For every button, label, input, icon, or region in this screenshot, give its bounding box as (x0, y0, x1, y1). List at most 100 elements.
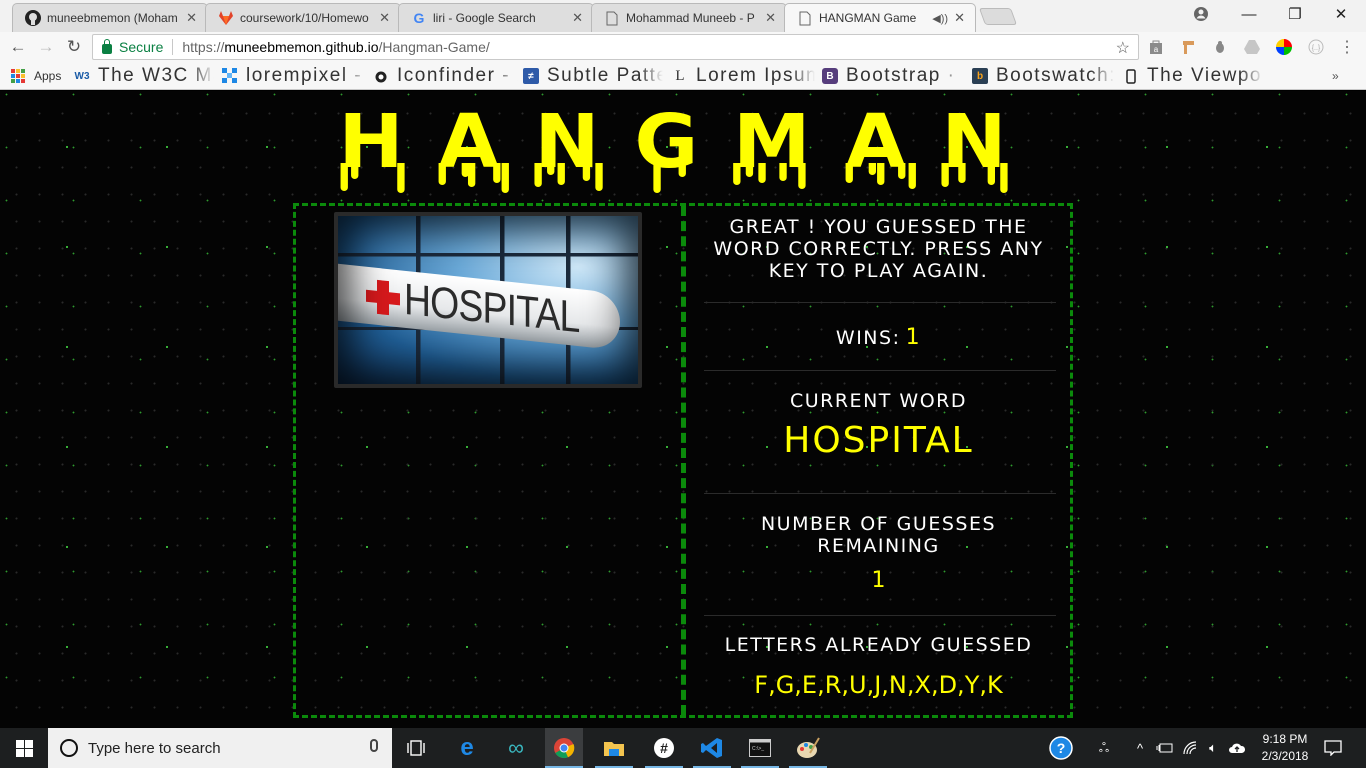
cortana-icon (60, 739, 78, 757)
page-icon (604, 10, 620, 26)
close-icon[interactable]: ✕ (765, 10, 776, 26)
tab-portfolio[interactable]: Mohammad Muneeb - P ✕ (591, 3, 787, 32)
paint-drip (941, 163, 949, 187)
profile-icon[interactable] (1178, 0, 1224, 28)
paint-drip (468, 163, 476, 187)
windows-logo-icon (15, 739, 33, 757)
minimize-button[interactable]: — (1226, 0, 1272, 28)
paint-drip (582, 163, 591, 181)
current-word-label-text: Current Word (789, 390, 967, 412)
color-picker-extension-icon[interactable] (1275, 38, 1293, 56)
volume-icon[interactable]: 🔈︎ (1203, 728, 1223, 768)
secure-label: Secure (119, 39, 164, 55)
tab-gitlab[interactable]: coursework/10/Homewo ✕ (205, 3, 401, 32)
column-divider (681, 206, 686, 715)
search-placeholder: Type here to search (88, 739, 221, 757)
w3c-icon: W3 (74, 70, 90, 82)
microphone-icon[interactable] (370, 739, 378, 752)
letters-guessed-value: F,G,E,R,U,J,N,X,D,Y,K (754, 671, 1003, 699)
bookmark-label: Bootstrap · The most (846, 67, 962, 85)
svg-text:{..}: {..} (1312, 45, 1321, 52)
bookmark-iconfinder[interactable]: Iconfinder - 2,025,000 (373, 67, 518, 85)
forward-button[interactable]: → (35, 36, 57, 58)
address-bar[interactable]: Secure https://muneebmemon.github.io/Han… (92, 34, 1139, 60)
clock-date: 2/3/2018 (1261, 749, 1309, 763)
file-explorer-icon[interactable] (595, 728, 633, 768)
bookmark-label: Bootswatch: Free ther (996, 67, 1114, 85)
bookmark-w3c-validator[interactable]: W3 The W3C Markup Vali (74, 67, 215, 85)
bug-extension-icon[interactable] (1211, 38, 1229, 56)
bookmark-lorem-ipsum[interactable]: L Lorem Ipsum - All the (672, 67, 815, 85)
apps-icon (10, 68, 26, 84)
paint-drip (557, 163, 565, 185)
chrome-menu-icon[interactable]: ⋮ (1338, 38, 1356, 56)
vscode-icon[interactable] (693, 728, 731, 768)
paint-drip (653, 163, 661, 193)
bookmark-apps[interactable]: Apps (10, 67, 70, 85)
title-letter: G (635, 105, 699, 193)
paint-drip (908, 163, 917, 189)
bookmark-bootswatch[interactable]: b Bootswatch: Free ther (972, 67, 1114, 85)
battery-icon[interactable] (1155, 728, 1175, 768)
chrome-taskbar-icon[interactable] (545, 728, 583, 768)
close-icon[interactable]: ✕ (379, 10, 390, 26)
start-button[interactable] (0, 728, 48, 768)
close-icon[interactable]: ✕ (186, 10, 197, 26)
close-icon[interactable]: ✕ (954, 10, 965, 26)
taskbar-search-box[interactable]: Type here to search (48, 728, 392, 768)
google-drive-icon[interactable] (1243, 38, 1261, 56)
iconfinder-icon (373, 68, 389, 84)
action-center-icon[interactable] (1320, 728, 1346, 768)
new-tab-button[interactable] (978, 8, 1018, 25)
system-clock[interactable]: 9:18 PM 2/3/2018 (1252, 731, 1318, 765)
edge-icon[interactable]: e (448, 728, 486, 768)
tab-github[interactable]: muneebmemon (Moham ✕ (12, 3, 208, 32)
paint-drip (534, 163, 542, 187)
wood-sign-extension-icon[interactable] (1179, 38, 1197, 56)
bookmark-star-icon[interactable]: ☆ (1116, 38, 1130, 58)
paint-drip (493, 163, 501, 183)
shopping-bag-extension-icon[interactable]: a (1147, 38, 1165, 56)
arduino-icon[interactable]: ∞ (497, 728, 535, 768)
title-letter: M (733, 105, 811, 191)
bookmark-viewport-emulator[interactable]: The Viewport Emulato (1123, 67, 1263, 85)
json-viewer-extension-icon[interactable]: {..} (1307, 38, 1325, 56)
lorem-ipsum-icon: L (675, 67, 685, 84)
bookmark-label: Subtle Patterns | Free (547, 67, 663, 85)
wifi-icon[interactable] (1180, 728, 1200, 768)
current-word-label: Current Word (701, 390, 1056, 412)
reload-button[interactable]: ↻ (63, 36, 85, 58)
tab-google-search[interactable]: G liri - Google Search ✕ (398, 3, 594, 32)
audio-playing-icon[interactable]: ◀)) (932, 12, 948, 25)
bookmark-label: Lorem Ipsum - All the (696, 67, 815, 85)
close-icon[interactable]: ✕ (572, 10, 583, 26)
slack-icon[interactable]: # (645, 728, 683, 768)
paint-drip (898, 163, 906, 179)
tab-hangman-game[interactable]: HANGMAN Game ◀)) ✕ (784, 3, 976, 32)
bookmark-lorempixel[interactable]: lorempixel - placehol (222, 67, 367, 85)
back-button[interactable]: ← (7, 36, 29, 58)
window-close-button[interactable]: ✕ (1318, 0, 1364, 28)
hangman-page: HANGMAN HOSPITAL Great ! You guessed the… (0, 91, 1366, 728)
bookmarks-overflow-button[interactable]: » (1332, 67, 1346, 85)
paint-drip (779, 163, 788, 181)
people-icon[interactable]: ஃ (1093, 728, 1115, 768)
task-view-button[interactable] (397, 728, 435, 768)
restore-button[interactable]: ❐ (1272, 0, 1318, 28)
help-icon[interactable]: ? (1047, 728, 1075, 768)
paint-drip (877, 163, 885, 185)
command-prompt-icon[interactable]: C:\>_ (741, 728, 779, 768)
gitlab-icon (218, 10, 234, 26)
paint-icon[interactable] (789, 728, 827, 768)
bookmark-bootstrap[interactable]: B Bootstrap · The most (822, 67, 962, 85)
wins-row: Wins: 1 (701, 325, 1056, 350)
onedrive-icon[interactable] (1227, 728, 1247, 768)
bookmark-subtle-patterns[interactable]: ≠ Subtle Patterns | Free (523, 67, 663, 85)
show-hidden-icons-chevron[interactable]: ^ (1132, 728, 1148, 768)
clock-time: 9:18 PM (1262, 732, 1308, 746)
bootswatch-icon: b (972, 68, 988, 84)
arrow-left-icon: ← (9, 37, 27, 56)
separator (172, 39, 174, 55)
title-letter: H (338, 105, 405, 193)
status-message: Great ! You guessed the word correctly. … (713, 216, 1044, 282)
